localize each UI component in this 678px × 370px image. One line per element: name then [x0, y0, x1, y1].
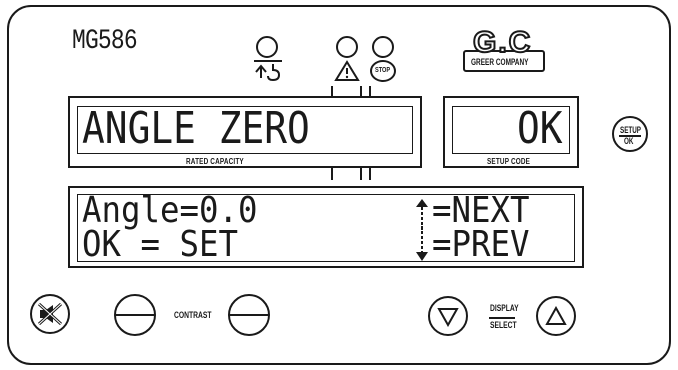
select-label: SELECT — [490, 320, 517, 330]
logo-mark: G.C — [472, 25, 533, 60]
display-select-up-button[interactable] — [536, 296, 576, 336]
down-triangle-icon — [437, 308, 459, 327]
display-select-down-button[interactable] — [428, 296, 468, 336]
setup-button-label: SETUP — [620, 125, 642, 135]
contrast-decrease-button[interactable] — [114, 294, 156, 336]
load-lamp — [256, 36, 278, 58]
stop-sign-icon: STOP — [370, 60, 396, 82]
setup-code-display: OK SETUP CODE — [443, 96, 579, 168]
warning-lamp — [336, 36, 358, 58]
warning-triangle-icon — [334, 60, 360, 81]
contrast-decrease-icon — [116, 314, 154, 316]
ok-button-label: OK — [624, 136, 634, 146]
up-triangle-icon — [545, 306, 567, 325]
stop-lamp — [372, 36, 394, 58]
setup-display-text: OK — [517, 103, 563, 154]
display-select-divider — [489, 317, 515, 319]
stop-label: STOP — [375, 67, 391, 74]
mute-alarm-button[interactable] — [30, 294, 70, 334]
setup-ok-button[interactable]: SETUP OK — [612, 116, 648, 152]
contrast-label: CONTRAST — [174, 310, 212, 320]
setup-code-caption: SETUP CODE — [487, 157, 531, 166]
greer-company-logo: G.C GREER COMPANY — [463, 25, 545, 72]
message-display: Angle=0.0 OK = SET =NEXT =PREV — [68, 186, 584, 268]
display-label: DISPLAY — [490, 303, 519, 313]
model-label: MG586 — [72, 26, 138, 57]
logo-company-name: GREER COMPANY — [471, 57, 529, 67]
hook-arrow-icon — [254, 60, 282, 82]
contrast-increase-button[interactable] — [228, 294, 270, 336]
contrast-increase-icon — [230, 314, 268, 316]
down-arrow-icon — [416, 226, 428, 261]
mute-horn-icon — [37, 302, 63, 326]
message-line2-right: =PREV — [432, 224, 530, 265]
main-display-text: ANGLE ZERO — [82, 103, 310, 154]
rated-capacity-caption: RATED CAPACITY — [186, 157, 244, 166]
message-line2-left: OK = SET — [82, 224, 239, 265]
main-display: ANGLE ZERO RATED CAPACITY — [68, 96, 422, 168]
